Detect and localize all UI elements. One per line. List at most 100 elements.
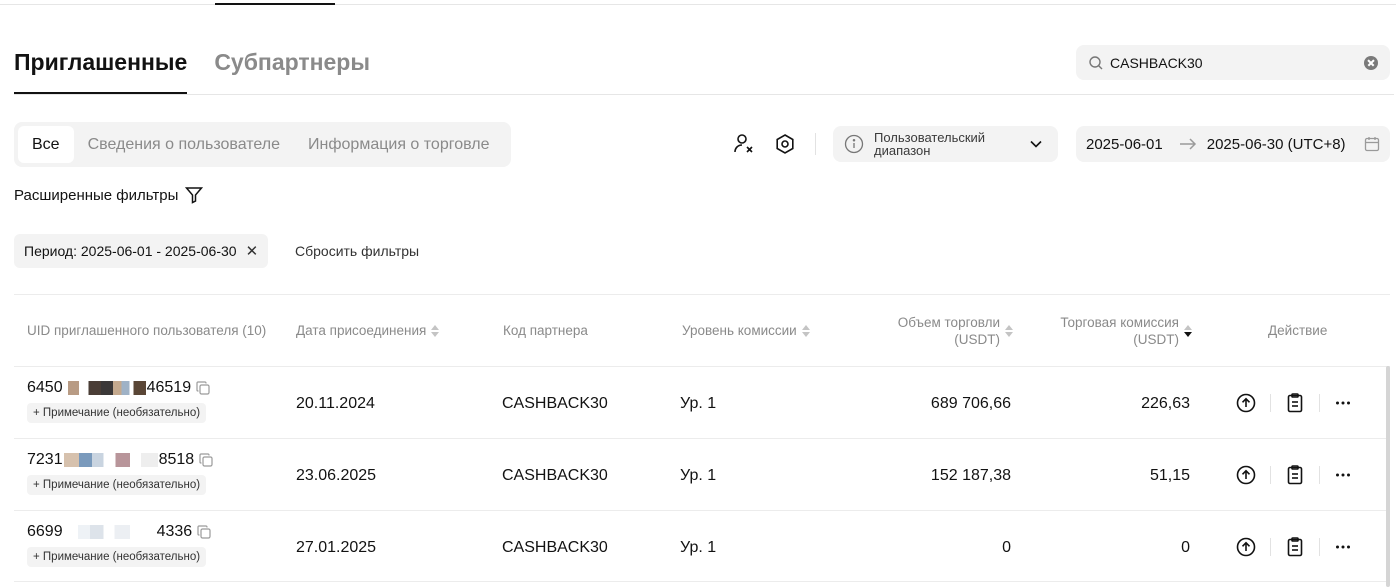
col-commission-level-header[interactable]: Уровень комиссии xyxy=(682,322,810,339)
join-date-cell: 23.06.2025 xyxy=(296,467,377,484)
col-commission-label: Торговая комиссия xyxy=(1060,315,1179,330)
join-date-cell: 20.11.2024 xyxy=(296,395,375,412)
volume-cell: 152 187,38 xyxy=(930,467,1011,484)
top-nav-active-indicator xyxy=(215,3,335,5)
join-date-cell: 27.01.2025 xyxy=(296,539,377,556)
commission-cell: 226,63 xyxy=(1141,395,1190,412)
add-note-button[interactable]: + Примечание (необязательно) xyxy=(27,475,207,495)
sort-icon xyxy=(1005,324,1013,338)
search-box[interactable]: CASHBACK30 xyxy=(1076,45,1390,80)
tab-invited[interactable]: Приглашенные xyxy=(14,40,188,94)
uid-cell: 6699 4336 xyxy=(27,523,211,541)
table-divider xyxy=(14,294,1390,295)
uid-cell: 7231 8518 xyxy=(27,451,213,469)
action-separator xyxy=(1319,394,1320,412)
segment-all[interactable]: Все xyxy=(18,126,74,163)
action-separator xyxy=(1270,466,1271,484)
add-note-button[interactable]: + Примечание (необязательно) xyxy=(27,403,207,423)
more-horizontal-icon[interactable] xyxy=(1331,463,1355,487)
close-icon[interactable]: ✕ xyxy=(246,242,259,260)
active-filter-chip: Период: 2025-06-01 - 2025-06-30 ✕ xyxy=(14,234,269,268)
search-input[interactable]: CASHBACK30 xyxy=(1110,55,1364,71)
uid-suffix: 4336 xyxy=(156,523,193,540)
col-commission-header[interactable]: Торговая комиссия (USDT) xyxy=(1030,314,1192,348)
uid-prefix: 7231 xyxy=(27,451,63,468)
advanced-filters-toggle[interactable]: Расширенные фильтры xyxy=(14,186,204,204)
copy-icon[interactable] xyxy=(196,381,210,395)
col-action-header: Действие xyxy=(1268,323,1328,338)
clipboard-icon[interactable] xyxy=(1283,463,1307,487)
commission-level-cell: Ур. 1 xyxy=(680,539,717,556)
view-segmented-control: Все Сведения о пользователе Информация о… xyxy=(14,122,511,167)
segment-user-info[interactable]: Сведения о пользователе xyxy=(74,126,294,163)
commission-cell: 51,15 xyxy=(1149,467,1190,484)
more-horizontal-icon[interactable] xyxy=(1331,391,1355,415)
commission-level-cell: Ур. 1 xyxy=(680,467,717,484)
redacted-mask xyxy=(63,381,146,395)
clear-icon[interactable] xyxy=(1364,55,1378,70)
table-row: 6450 46519 + Примечание (необязательно) … xyxy=(14,366,1390,438)
more-horizontal-icon[interactable] xyxy=(1331,535,1355,559)
date-range-picker[interactable]: 2025-06-01 2025-06-30 (UTC+8) xyxy=(1076,126,1390,162)
filter-chip-label: Период: 2025-06-01 - 2025-06-30 xyxy=(24,243,237,259)
col-uid-header: UID приглашенного пользователя (10) xyxy=(27,323,267,338)
date-end[interactable]: 2025-06-30 (UTC+8) xyxy=(1207,136,1346,153)
action-separator xyxy=(1270,394,1271,412)
col-join-date-header[interactable]: Дата присоединения xyxy=(296,322,440,339)
reset-filters-link[interactable]: Сбросить фильтры xyxy=(295,243,419,259)
filter-icon xyxy=(185,187,204,204)
search-icon xyxy=(1089,55,1103,69)
col-join-date-label: Дата присоединения xyxy=(296,323,427,338)
main-tabs: Приглашенные Субпартнеры xyxy=(14,40,397,94)
info-icon xyxy=(844,134,864,154)
toolbar-separator xyxy=(815,133,816,155)
sort-icon xyxy=(1184,324,1192,338)
copy-icon[interactable] xyxy=(199,453,213,467)
redacted-mask xyxy=(63,453,158,467)
col-volume-label: Объем торговли xyxy=(897,315,1000,330)
add-note-button[interactable]: + Примечание (необязательно) xyxy=(27,547,207,567)
sort-icon xyxy=(431,324,440,338)
advanced-filters-label: Расширенные фильтры xyxy=(14,186,179,204)
hexagon-settings-icon[interactable] xyxy=(773,132,797,156)
volume-cell: 0 xyxy=(1002,539,1011,556)
chevron-down-icon xyxy=(1030,140,1042,148)
col-partner-code-header: Код партнера xyxy=(503,323,588,338)
date-start[interactable]: 2025-06-01 xyxy=(1086,136,1163,153)
partner-code-cell: CASHBACK30 xyxy=(502,395,608,412)
uid-prefix: 6450 xyxy=(27,379,63,396)
segment-trading-info[interactable]: Информация о торговле xyxy=(294,126,503,163)
top-nav-divider xyxy=(0,4,1396,5)
uid-suffix: 8518 xyxy=(158,451,195,468)
arrow-right-icon xyxy=(1179,138,1196,150)
redacted-mask xyxy=(63,525,156,539)
commission-level-cell: Ур. 1 xyxy=(680,395,717,412)
table-row: 6699 4336 + Примечание (необязательно) 2… xyxy=(14,510,1390,582)
range-select-label: Пользовательский диапазон xyxy=(874,130,986,158)
calendar-icon xyxy=(1364,137,1380,152)
action-separator xyxy=(1319,538,1320,556)
commission-cell: 0 xyxy=(1181,539,1190,556)
action-separator xyxy=(1319,466,1320,484)
col-volume-header[interactable]: Объем торговли (USDT) xyxy=(860,314,1013,348)
partner-code-cell: CASHBACK30 xyxy=(502,467,608,484)
clipboard-icon[interactable] xyxy=(1283,535,1307,559)
col-volume-unit: (USDT) xyxy=(954,332,1000,347)
range-select[interactable]: Пользовательский диапазон xyxy=(833,126,1058,162)
uid-prefix: 6699 xyxy=(27,523,63,540)
vertical-scrollbar[interactable] xyxy=(1386,366,1390,587)
sort-icon xyxy=(801,324,810,338)
copy-icon[interactable] xyxy=(197,525,211,539)
arrow-up-circle-icon[interactable] xyxy=(1234,535,1258,559)
arrow-up-circle-icon[interactable] xyxy=(1234,391,1258,415)
arrow-up-circle-icon[interactable] xyxy=(1234,463,1258,487)
user-remove-icon[interactable] xyxy=(732,132,756,156)
table-row: 7231 8518 + Примечание (необязательно) 2… xyxy=(14,438,1390,510)
uid-suffix: 46519 xyxy=(146,379,192,396)
volume-cell: 689 706,66 xyxy=(930,395,1011,412)
uid-cell: 6450 46519 xyxy=(27,379,210,397)
clipboard-icon[interactable] xyxy=(1283,391,1307,415)
col-commission-level-label: Уровень комиссии xyxy=(682,323,797,338)
tab-subpartners[interactable]: Субпартнеры xyxy=(214,40,370,94)
partner-code-cell: CASHBACK30 xyxy=(502,539,608,556)
